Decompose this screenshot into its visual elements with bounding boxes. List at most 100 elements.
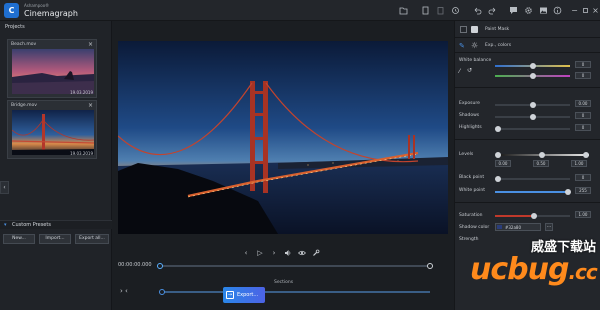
timeline-scrubber[interactable] bbox=[157, 263, 163, 269]
timeline-end-handle[interactable] bbox=[427, 263, 433, 269]
restore-icon[interactable] bbox=[581, 6, 590, 15]
more-options-button[interactable]: … bbox=[545, 223, 553, 231]
tab-exp-colors[interactable]: Exp., colors bbox=[485, 43, 511, 48]
white-balance-slider[interactable] bbox=[495, 63, 570, 69]
slider-knob[interactable] bbox=[530, 73, 536, 79]
eyedropper-icon[interactable]: ⁄ bbox=[459, 68, 460, 75]
timeline-track[interactable] bbox=[157, 263, 433, 269]
redo-icon[interactable] bbox=[488, 6, 497, 15]
divider bbox=[455, 37, 600, 38]
volume-icon[interactable] bbox=[284, 249, 292, 259]
slider-knob[interactable] bbox=[495, 126, 501, 132]
levels-label: Levels bbox=[459, 152, 474, 157]
black-point-value[interactable]: 0 bbox=[575, 174, 591, 181]
project-thumbnail[interactable] bbox=[12, 49, 94, 94]
collapse-panel-button[interactable]: ‹ bbox=[0, 181, 9, 194]
gear-icon[interactable] bbox=[524, 6, 533, 15]
project-thumbnail[interactable] bbox=[12, 110, 94, 155]
shadows-slider[interactable] bbox=[495, 114, 570, 120]
divider bbox=[455, 202, 600, 203]
export-all-presets-button[interactable]: Export all... bbox=[75, 234, 109, 244]
white-point-value[interactable]: 255 bbox=[575, 187, 591, 194]
exposure-value[interactable]: 0.00 bbox=[575, 100, 591, 107]
paint-mask-label: Paint Mask bbox=[485, 27, 510, 32]
close-icon[interactable]: × bbox=[88, 102, 93, 109]
paint-mask-icon bbox=[471, 26, 478, 33]
video-preview[interactable] bbox=[118, 41, 448, 234]
play-icon[interactable]: ▷ bbox=[256, 249, 264, 259]
slider-knob[interactable] bbox=[565, 189, 571, 195]
prev-frame-icon[interactable]: ‹ bbox=[242, 249, 250, 259]
black-point-slider[interactable] bbox=[495, 176, 570, 182]
close-icon[interactable]: × bbox=[591, 6, 600, 15]
project-date: 19.03.2019 bbox=[70, 90, 93, 95]
levels-slider[interactable] bbox=[495, 152, 589, 158]
levels-white-value[interactable]: 1.00 bbox=[571, 160, 587, 167]
sections-nav-icon[interactable]: › ‹ bbox=[120, 287, 128, 295]
edit-icon[interactable]: ✎ bbox=[459, 42, 465, 50]
saturation-value[interactable]: 1.00 bbox=[575, 211, 591, 218]
levels-black-knob[interactable] bbox=[495, 152, 501, 158]
divider bbox=[455, 139, 600, 140]
paste-icon[interactable] bbox=[436, 6, 445, 15]
export-icon: → bbox=[226, 291, 234, 299]
saturation-slider[interactable] bbox=[495, 213, 570, 219]
image-icon[interactable] bbox=[539, 6, 548, 15]
slider-knob[interactable] bbox=[495, 176, 501, 182]
copy-icon[interactable] bbox=[421, 6, 430, 15]
white-point-label: White point bbox=[459, 188, 485, 193]
info-icon[interactable] bbox=[553, 6, 562, 15]
new-preset-button[interactable]: New... bbox=[3, 234, 35, 244]
project-card[interactable]: Beach.mov × 19.03.2019 bbox=[7, 39, 97, 98]
shadow-color-label: Shadow color bbox=[459, 225, 490, 230]
undo-icon[interactable] bbox=[473, 6, 482, 15]
export-label: Export... bbox=[237, 292, 259, 298]
close-icon[interactable]: × bbox=[88, 41, 93, 48]
strength-label: Strength bbox=[459, 237, 479, 242]
tint-value[interactable]: 0 bbox=[575, 72, 591, 79]
eye-icon[interactable] bbox=[298, 249, 306, 259]
white-balance-value[interactable]: 0 bbox=[575, 61, 591, 68]
exposure-slider[interactable] bbox=[495, 102, 570, 108]
slider-knob[interactable] bbox=[530, 114, 536, 120]
shadows-label: Shadows bbox=[459, 113, 480, 118]
history-icon[interactable] bbox=[451, 6, 460, 15]
custom-presets-header: Custom Presets bbox=[12, 222, 51, 228]
highlights-value[interactable]: 0 bbox=[575, 124, 591, 131]
shadow-color-picker[interactable]: #32a80 bbox=[495, 223, 541, 231]
minimize-icon[interactable]: − bbox=[570, 6, 579, 15]
section-start-handle[interactable] bbox=[159, 289, 165, 295]
title-bar: C Ashampoo® Cinemagraph − × bbox=[0, 0, 600, 21]
sun-icon[interactable]: ☼ bbox=[471, 41, 478, 50]
import-preset-button[interactable]: Import... bbox=[39, 234, 71, 244]
adjustments-panel: Paint Mask ✎ ☼ Exp., colors White balanc… bbox=[454, 21, 600, 310]
slider-knob[interactable] bbox=[531, 213, 537, 219]
white-point-slider[interactable] bbox=[495, 189, 571, 195]
playback-controls: ‹ ▷ › bbox=[242, 249, 320, 259]
shadow-color-value: #32a80 bbox=[505, 225, 521, 230]
wrench-icon[interactable] bbox=[312, 249, 320, 259]
custom-presets-bar[interactable]: ▾ Custom Presets bbox=[0, 220, 112, 229]
projects-header: Projects bbox=[5, 24, 25, 30]
next-frame-icon[interactable]: › bbox=[270, 249, 278, 259]
slider-knob[interactable] bbox=[530, 63, 536, 69]
folder-icon[interactable] bbox=[399, 6, 408, 15]
feedback-icon[interactable] bbox=[509, 6, 518, 15]
tint-slider[interactable] bbox=[495, 73, 570, 79]
levels-white-knob[interactable] bbox=[583, 152, 589, 158]
divider bbox=[455, 87, 600, 88]
levels-mid-value[interactable]: 0.50 bbox=[533, 160, 549, 167]
project-date: 19.03.2019 bbox=[70, 151, 93, 156]
paint-mask-checkbox[interactable] bbox=[460, 26, 467, 33]
export-button[interactable]: → Export... bbox=[223, 287, 265, 303]
shadows-value[interactable]: 0 bbox=[575, 112, 591, 119]
project-card[interactable]: Bridge.mov × 19.03.2019 bbox=[7, 100, 97, 159]
slider-knob[interactable] bbox=[530, 102, 536, 108]
levels-mid-knob[interactable] bbox=[539, 152, 545, 158]
levels-black-value[interactable]: 0.00 bbox=[495, 160, 511, 167]
section-track[interactable] bbox=[159, 289, 430, 295]
highlights-label: Highlights bbox=[459, 125, 482, 130]
reset-icon[interactable]: ↺ bbox=[467, 67, 472, 74]
projects-panel: Projects Beach.mov × 19.03.2019 Bridge.m… bbox=[0, 21, 112, 310]
highlights-slider[interactable] bbox=[495, 126, 570, 132]
